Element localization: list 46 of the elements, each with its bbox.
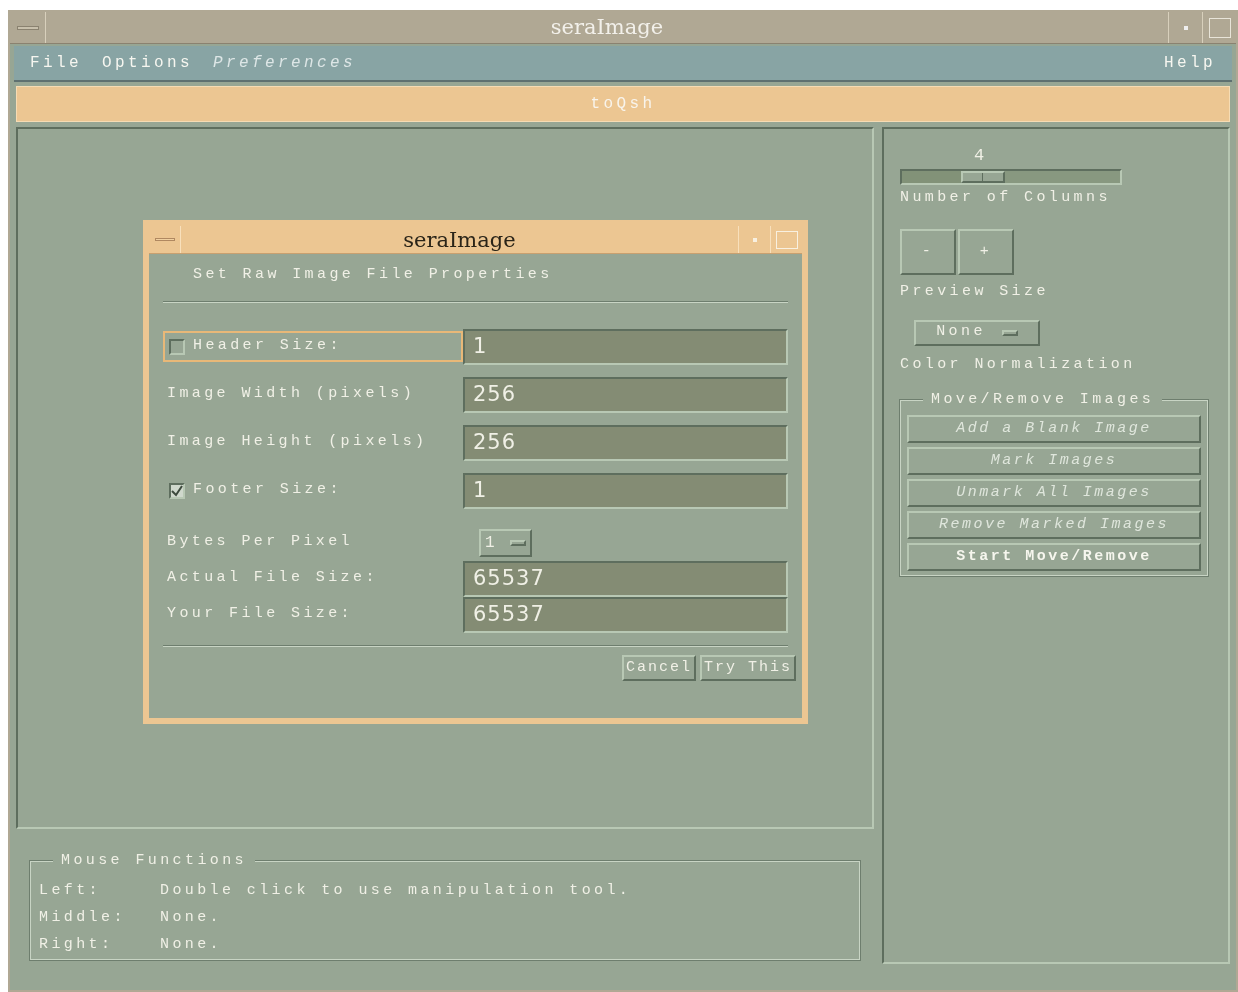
input-field[interactable]: 65537	[463, 596, 788, 633]
option-indicator-icon	[1001, 329, 1018, 336]
option-indicator-icon	[510, 539, 526, 546]
field-label: Image Width (pixels)	[167, 385, 416, 403]
slider-value: 4	[974, 145, 988, 167]
window-title: seraImage	[549, 14, 665, 41]
checkbox-label[interactable]: Footer Size:	[163, 475, 463, 506]
dialog-button[interactable]: Try This	[700, 654, 796, 681]
field-label: Your File Size:	[167, 605, 354, 623]
check-icon	[171, 484, 183, 497]
input-field[interactable]: 1	[463, 472, 788, 509]
menu-item[interactable]: File	[30, 51, 82, 75]
field-label: Bytes Per Pixel	[167, 533, 354, 551]
field-label: Header Size:	[193, 336, 342, 357]
dialog-heading: Set Raw Image File Properties	[192, 265, 554, 285]
field-label: Image Height (pixels)	[167, 433, 428, 451]
status-banner: toQsh	[16, 86, 1230, 122]
mouse-action: None.	[160, 935, 222, 956]
mouse-action: None.	[160, 908, 222, 929]
columns-slider[interactable]	[900, 168, 1122, 185]
field-label: Footer Size:	[193, 480, 342, 501]
input-field[interactable]: 256	[463, 424, 788, 461]
slider-label: Number of Columns	[900, 187, 1112, 208]
checkbox-label[interactable]: Header Size:	[163, 331, 463, 362]
mouse-button-label: Right:	[39, 935, 115, 956]
action-button[interactable]: Start Move/Remove	[907, 543, 1201, 571]
menu-item[interactable]: Help	[1164, 51, 1216, 75]
option-menu[interactable]: None	[914, 319, 1040, 346]
checkbox[interactable]	[169, 482, 185, 499]
size-button[interactable]: -	[900, 229, 956, 275]
size-button[interactable]: +	[958, 229, 1014, 275]
mouse-button-label: Middle:	[39, 908, 127, 929]
field-label: Actual File Size:	[167, 569, 378, 587]
mouse-button-label: Left:	[39, 881, 102, 902]
input-field[interactable]: 65537	[463, 560, 788, 597]
input-field[interactable]: 256	[463, 376, 788, 413]
dialog-title: seraImage	[402, 227, 517, 253]
input-field[interactable]: 1	[463, 328, 788, 365]
dialog-button[interactable]: Cancel	[621, 654, 696, 681]
menu-item[interactable]: Options	[102, 51, 194, 75]
preview-size-label: Preview Size	[900, 282, 1050, 302]
mouse-action: Double click to use manipulation tool.	[160, 881, 632, 902]
option-menu[interactable]: 1	[479, 528, 532, 557]
checkbox[interactable]	[169, 338, 185, 355]
slider-thumb[interactable]	[960, 170, 1005, 183]
normalization-label: Color Normalization	[900, 354, 1137, 375]
